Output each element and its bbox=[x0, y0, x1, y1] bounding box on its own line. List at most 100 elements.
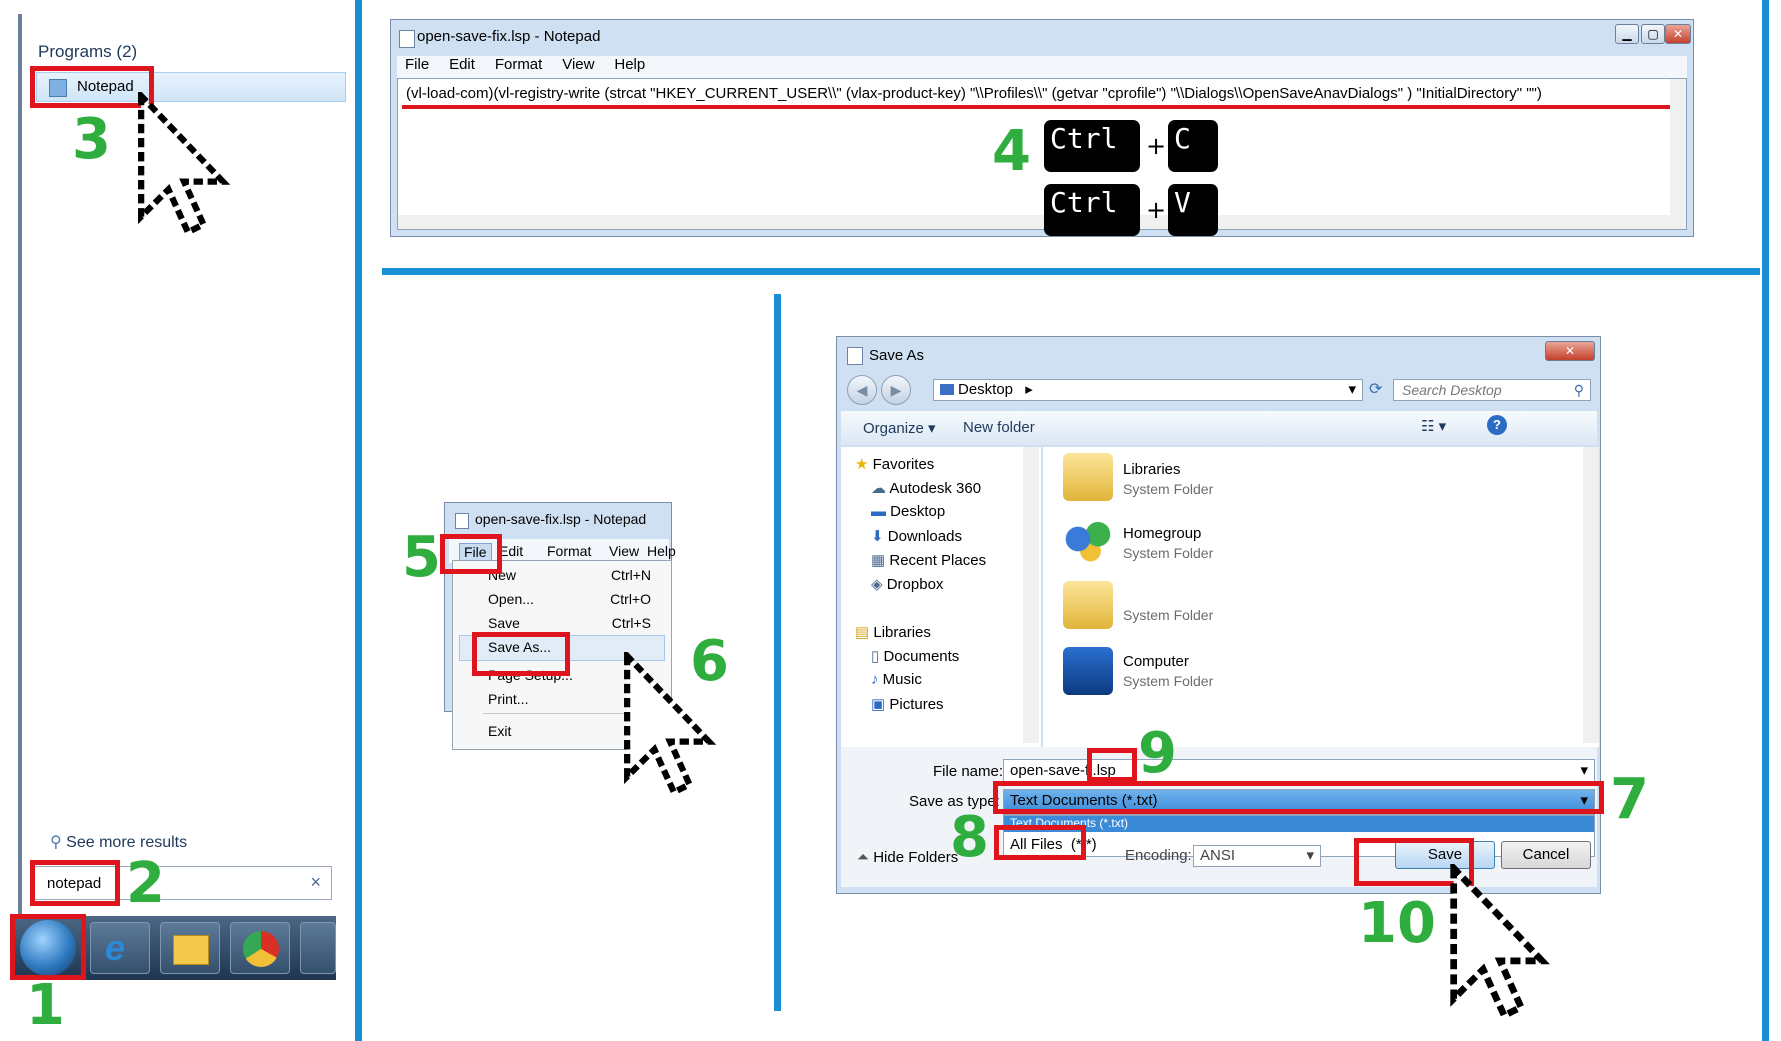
nav-scrollbar[interactable] bbox=[1023, 447, 1039, 743]
save-dialog-title: Save As bbox=[869, 347, 925, 364]
recent-places-icon: ▦ bbox=[871, 552, 886, 569]
small-menu-edit[interactable]: Edit bbox=[499, 543, 523, 559]
save-dialog-icon bbox=[847, 347, 863, 365]
search-box-highlight bbox=[30, 860, 120, 906]
nav-downloads[interactable]: ⬇ Downloads bbox=[871, 527, 962, 545]
homegroup-icon bbox=[1063, 515, 1113, 563]
menu-view[interactable]: View bbox=[562, 56, 594, 73]
save-as-highlight bbox=[472, 632, 570, 676]
small-menu-view[interactable]: View bbox=[609, 543, 639, 559]
small-menu-help[interactable]: Help bbox=[647, 543, 676, 559]
dialog-close-button[interactable]: ✕ bbox=[1545, 341, 1595, 361]
search-desktop-input[interactable]: Search Desktop ⚲ bbox=[1393, 379, 1591, 401]
programs-header: Programs (2) bbox=[38, 42, 138, 61]
nav-music[interactable]: ♪ Music bbox=[871, 671, 922, 688]
menu-edit[interactable]: Edit bbox=[449, 56, 475, 73]
nav-desktop[interactable]: ▬ Desktop bbox=[871, 503, 945, 520]
ctrl-key-copy: Ctrl bbox=[1044, 120, 1140, 172]
breadcrumb-arrow-icon: ▸ bbox=[1025, 381, 1033, 398]
option-text-documents[interactable]: Text Documents (*.txt) bbox=[1004, 816, 1594, 832]
star-icon: ★ bbox=[855, 456, 869, 473]
explorer-folder-icon[interactable] bbox=[160, 922, 220, 974]
step-5: 5 bbox=[402, 525, 441, 590]
small-menu-format[interactable]: Format bbox=[547, 543, 591, 559]
mouse-cursor-icon bbox=[1450, 864, 1550, 1021]
chrome-icon[interactable] bbox=[230, 922, 290, 974]
nav-documents[interactable]: ▯ Documents bbox=[871, 647, 959, 665]
hide-folders-button[interactable]: ⏶ Hide Folders bbox=[857, 849, 958, 866]
nav-favorites[interactable]: ★ Favorites bbox=[855, 455, 934, 473]
user-folder-icon bbox=[1063, 581, 1113, 629]
address-location: Desktop bbox=[958, 381, 1014, 398]
nav-autodesk-360[interactable]: ☁ Autodesk 360 bbox=[871, 479, 981, 497]
desktop-folder-icon: ▬ bbox=[871, 503, 886, 520]
search-placeholder: Search Desktop bbox=[1402, 382, 1502, 398]
view-options-icon[interactable]: ☷ ▾ bbox=[1421, 417, 1446, 435]
computer-icon[interactable] bbox=[300, 922, 336, 974]
navigation-pane: ★ Favorites ☁ Autodesk 360 ▬ Desktop ⬇ D… bbox=[841, 447, 1041, 747]
small-notepad-title: open-save-fix.lsp - Notepad bbox=[475, 511, 647, 527]
encoding-select[interactable]: ANSI ▾ bbox=[1193, 845, 1321, 867]
vertical-scrollbar[interactable] bbox=[1670, 79, 1686, 229]
divider-middle bbox=[774, 294, 781, 1011]
close-button[interactable]: ✕ bbox=[1665, 24, 1691, 44]
desktop-icon bbox=[940, 384, 954, 395]
file-list-scrollbar[interactable] bbox=[1583, 447, 1599, 743]
menu-help[interactable]: Help bbox=[614, 56, 645, 73]
step-7: 7 bbox=[1610, 767, 1649, 832]
nav-recent-places[interactable]: ▦ Recent Places bbox=[871, 551, 986, 569]
notepad-text-area[interactable]: (vl-load-com)(vl-registry-write (strcat … bbox=[397, 78, 1687, 230]
internet-explorer-icon[interactable]: e bbox=[90, 922, 150, 974]
address-bar[interactable]: Desktop ▸ ▾ bbox=[933, 379, 1363, 401]
forward-button[interactable]: ▶ bbox=[881, 375, 911, 405]
nav-pictures[interactable]: ▣ Pictures bbox=[871, 695, 944, 713]
code-underline bbox=[402, 105, 1674, 109]
notepad-title: open-save-fix.lsp - Notepad bbox=[417, 28, 601, 45]
save-type-highlight bbox=[993, 781, 1604, 814]
lisp-code-line: (vl-load-com)(vl-registry-write (strcat … bbox=[406, 85, 1542, 102]
magnifier-icon: ⚲ bbox=[50, 834, 62, 851]
address-dropdown-icon[interactable]: ▾ bbox=[1348, 380, 1356, 400]
divider-horizontal bbox=[382, 268, 1760, 275]
clear-search-icon[interactable]: × bbox=[310, 872, 321, 893]
file-name-label: File name: bbox=[933, 763, 1004, 780]
minimize-button[interactable]: ▁ bbox=[1615, 24, 1639, 44]
extension-highlight bbox=[1087, 748, 1137, 782]
libraries-folder-icon bbox=[1063, 453, 1113, 501]
notepad-small-icon bbox=[455, 513, 469, 529]
organize-button[interactable]: Organize ▾ bbox=[863, 419, 936, 437]
mouse-cursor-icon bbox=[138, 92, 231, 237]
computer-monitor-icon bbox=[1063, 647, 1113, 695]
step-8: 8 bbox=[950, 805, 989, 870]
back-button[interactable]: ◀ bbox=[847, 375, 877, 405]
cloud-icon: ☁ bbox=[871, 480, 886, 497]
menu-format[interactable]: Format bbox=[495, 56, 543, 73]
notepad-window: open-save-fix.lsp - Notepad ▁ ▢ ✕ File E… bbox=[390, 19, 1694, 237]
collapse-icon: ⏶ bbox=[857, 849, 870, 866]
file-name-dropdown-icon[interactable]: ▾ bbox=[1580, 760, 1588, 782]
notepad-menubar: File Edit Format View Help bbox=[397, 56, 1687, 78]
see-more-results-link[interactable]: ⚲ See more results bbox=[50, 832, 187, 852]
divider-right bbox=[1762, 0, 1769, 1041]
file-menu-highlight bbox=[440, 534, 502, 574]
maximize-button[interactable]: ▢ bbox=[1641, 24, 1665, 44]
documents-icon: ▯ bbox=[871, 648, 880, 665]
command-bar: Organize ▾ New folder ☷ ▾ ? bbox=[841, 411, 1597, 445]
refresh-icon[interactable]: ⟳ bbox=[1369, 379, 1382, 399]
ctrl-key-paste: Ctrl bbox=[1044, 184, 1140, 236]
nav-dropbox[interactable]: ◈ Dropbox bbox=[871, 575, 943, 593]
menu-file[interactable]: File bbox=[405, 56, 429, 73]
step-9: 9 bbox=[1138, 721, 1177, 786]
nav-libraries[interactable]: ▤ Libraries bbox=[855, 623, 931, 641]
start-button-highlight bbox=[10, 914, 86, 980]
encoding-dropdown-icon[interactable]: ▾ bbox=[1306, 846, 1314, 866]
c-key: C bbox=[1168, 120, 1218, 172]
music-icon: ♪ bbox=[871, 671, 879, 688]
horizontal-scrollbar[interactable] bbox=[398, 215, 1670, 229]
step-3: 3 bbox=[72, 107, 111, 172]
step-10: 10 bbox=[1358, 891, 1436, 956]
search-icon: ⚲ bbox=[1573, 382, 1584, 398]
new-folder-button[interactable]: New folder bbox=[963, 419, 1035, 436]
help-icon[interactable]: ? bbox=[1487, 415, 1507, 435]
pictures-icon: ▣ bbox=[871, 696, 886, 713]
